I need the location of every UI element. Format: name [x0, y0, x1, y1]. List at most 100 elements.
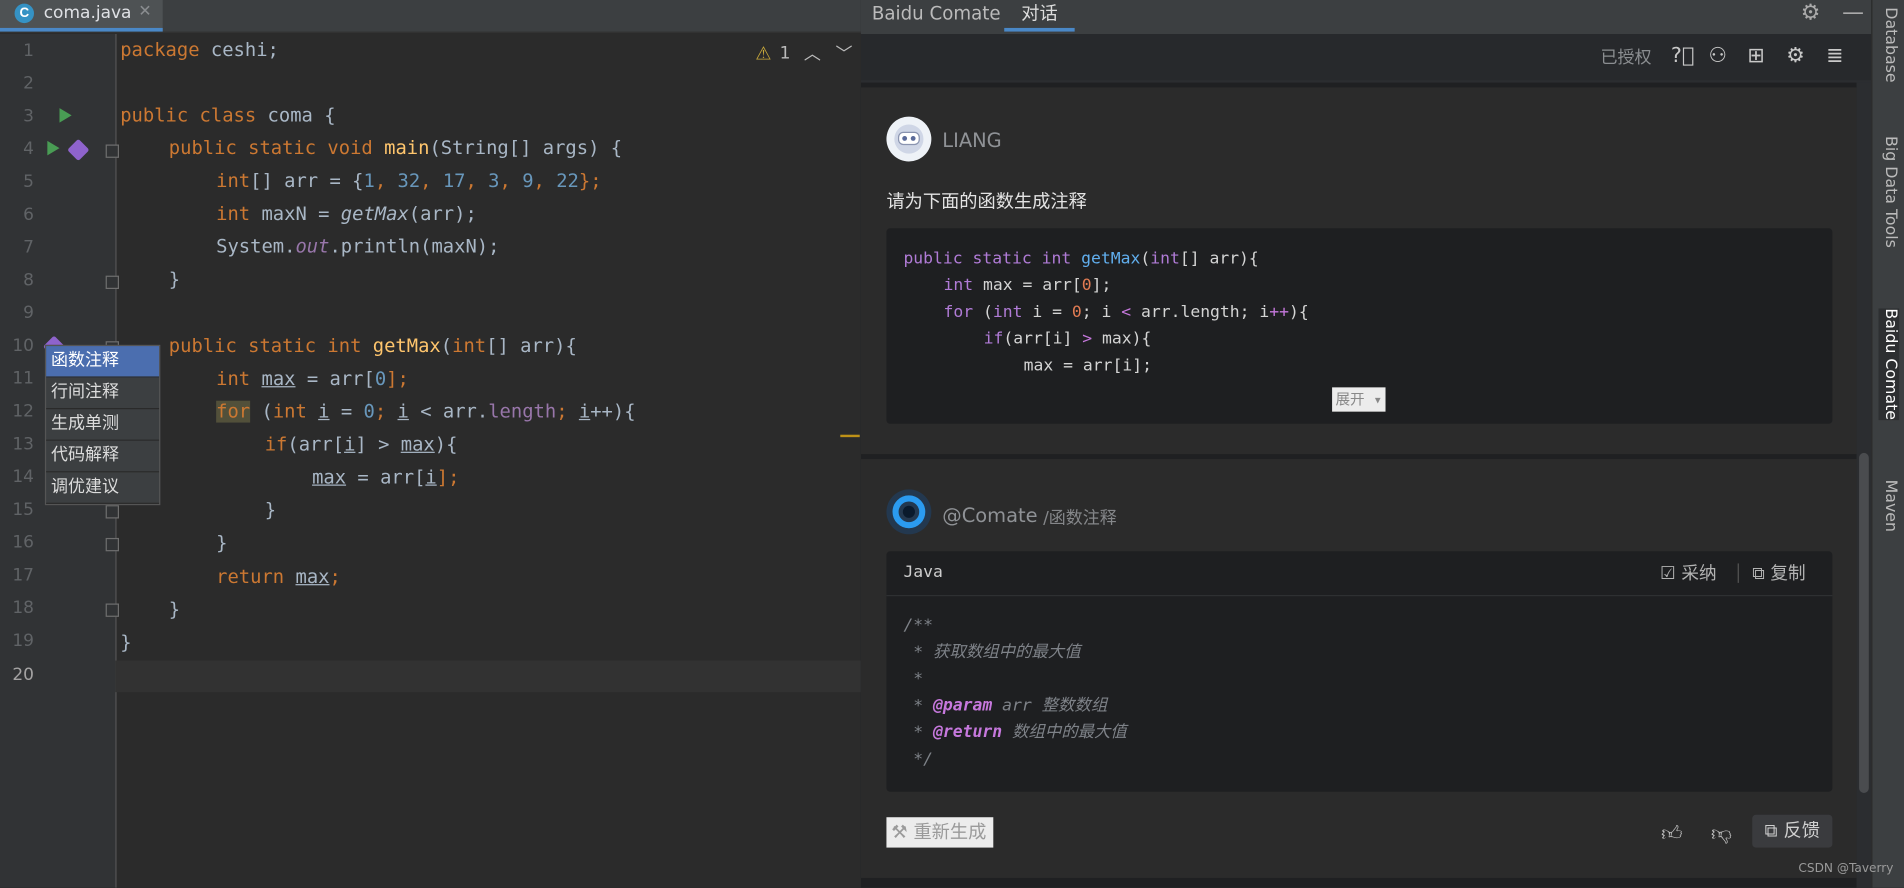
scrollbar-thumb[interactable]: [1859, 452, 1869, 793]
line-number: 12: [12, 401, 35, 422]
close-tab-icon[interactable]: ✕: [138, 2, 151, 20]
code-line: if(arr[i] > max){: [264, 433, 458, 456]
help-icon[interactable]: ?⃝: [1671, 44, 1694, 68]
panel-title: Baidu Comate: [871, 2, 1001, 25]
reply-command: /函数注释: [1043, 508, 1117, 529]
feedback-icon: ⧉: [1764, 819, 1778, 842]
current-line-highlight: [115, 660, 861, 693]
tool-tab-database[interactable]: Database: [1879, 7, 1899, 82]
editor-tab-bar: C coma.java ✕: [0, 0, 861, 33]
adopt-button[interactable]: ☑ 采纳: [1660, 560, 1717, 586]
line-number: 3: [23, 106, 35, 127]
code-line: }: [120, 631, 132, 654]
menu-item-code-explain[interactable]: 代码解释: [46, 441, 160, 473]
warning-count[interactable]: 1: [780, 44, 791, 63]
line-number: 1: [23, 41, 35, 61]
line-number: 14: [12, 467, 35, 487]
thumbs-up-icon[interactable]: 👍︎: [1661, 821, 1683, 846]
run-class-icon[interactable]: [59, 108, 72, 123]
tab-chat[interactable]: 对话: [1004, 0, 1075, 32]
expand-button[interactable]: 展开 ▾: [1332, 387, 1386, 412]
next-highlight-icon[interactable]: ﹀: [835, 41, 852, 65]
comate-action-menu: 函数注释 行间注释 生成单测 代码解释 调优建议: [44, 344, 161, 506]
regenerate-label: 重新生成: [913, 820, 987, 843]
menu-item-function-comment[interactable]: 函数注释: [46, 346, 160, 378]
error-stripe-mark[interactable]: [840, 434, 860, 438]
code-line: */: [903, 749, 934, 769]
warning-icon[interactable]: ⚠: [755, 43, 771, 65]
code-line: for (int i = 0; i < arr.length; i++){: [216, 400, 636, 423]
code-line: package ceshi;: [120, 38, 279, 61]
checkbox-icon: ☑: [1659, 564, 1676, 585]
tool-tab-baidu-comate[interactable]: Baidu Comate: [1878, 308, 1900, 421]
copy-button[interactable]: ⧉ 复制: [1752, 560, 1805, 586]
code-line: int max = arr[0];: [216, 367, 409, 390]
conversation-area[interactable]: LIANG 请为下面的函数生成注释 public static int getM…: [860, 82, 1857, 888]
comate-name: @Comate: [942, 503, 1038, 528]
comate-avatar: [886, 489, 932, 535]
code-line: }: [216, 531, 228, 554]
code-language: Java: [903, 562, 943, 582]
menu-item-generate-unit-test[interactable]: 生成单测: [46, 409, 160, 441]
run-main-icon[interactable]: [47, 140, 60, 156]
code-line: int max = arr[0];: [943, 275, 1112, 296]
watermark: CSDN @Taverry: [1798, 862, 1894, 876]
code-line: public static void main(String[] args) {: [168, 137, 623, 160]
tool-tab-big-data-tools[interactable]: Big Data Tools: [1879, 136, 1899, 248]
gear-icon[interactable]: ⚙: [1801, 0, 1821, 26]
panel-header: Baidu Comate 对话 ⚙ —: [860, 0, 1872, 35]
user-avatar: [886, 116, 932, 162]
fold-marker-icon[interactable]: [105, 505, 120, 519]
code-line: public static int getMax(int[] arr){: [168, 335, 577, 358]
code-line: *: [903, 669, 924, 689]
plugins-icon[interactable]: ⊞: [1747, 44, 1764, 68]
chat-user-icon[interactable]: ⚇: [1709, 44, 1728, 68]
code-line: System.out.println(maxN);: [216, 235, 500, 258]
line-number: 2: [23, 74, 35, 94]
user-code-block: public static int getMax(int[] arr){ int…: [886, 228, 1833, 424]
code-editor[interactable]: C coma.java ✕ 1 2 3 4 5 6 7 8 9 10 11 12…: [0, 0, 861, 888]
code-line: public static int getMax(int[] arr){: [903, 248, 1259, 269]
code-line: * @param arr 整数数组: [903, 695, 1108, 716]
regenerate-button[interactable]: ⚒ 重新生成: [886, 817, 994, 848]
divider: [1737, 563, 1739, 583]
line-number: 7: [23, 238, 35, 258]
menu-item-inline-comment[interactable]: 行间注释: [46, 378, 160, 410]
code-line: }: [168, 268, 181, 291]
previous-highlight-icon[interactable]: ︿: [804, 41, 821, 65]
user-name: LIANG: [942, 128, 1002, 152]
code-line: * 获取数组中的最大值: [903, 642, 1081, 662]
panel-toolbar: 已授权 ?⃝ ⚇ ⊞ ⚙ ≣: [860, 34, 1872, 81]
comate-gutter-icon[interactable]: [67, 138, 90, 162]
user-message-card: LIANG 请为下面的函数生成注释 public static int getM…: [860, 87, 1857, 455]
line-number: 18: [12, 598, 35, 619]
user-question: 请为下面的函数生成注释: [886, 190, 1087, 213]
fold-marker-icon[interactable]: [105, 144, 120, 158]
editor-tab-coma-java[interactable]: C coma.java ✕: [0, 0, 163, 32]
authorized-status[interactable]: 已授权: [1600, 45, 1651, 69]
panel-scrollbar[interactable]: [1856, 82, 1872, 888]
line-number: 6: [23, 205, 35, 225]
reply-code-block: Java ☑ 采纳 ⧉ 复制 /** * 获取数组中的最大值 * * @para…: [886, 551, 1833, 792]
feedback-button[interactable]: ⧉ 反馈: [1752, 814, 1833, 848]
line-number: 8: [23, 270, 35, 291]
fold-marker-icon[interactable]: [105, 275, 120, 290]
menu-item-optimize-suggestion[interactable]: 调优建议: [46, 472, 160, 504]
history-list-icon[interactable]: ≣: [1826, 44, 1843, 68]
code-line: * @return 数组中的最大值: [903, 722, 1127, 742]
magic-wand-icon: ⚒: [891, 820, 908, 843]
fold-marker-icon[interactable]: [105, 603, 120, 617]
tool-tab-maven[interactable]: Maven: [1879, 480, 1899, 532]
adopt-label: 采纳: [1681, 564, 1717, 585]
feedback-label: 反馈: [1783, 819, 1820, 842]
thumbs-down-icon[interactable]: 👎︎: [1711, 821, 1732, 846]
fold-marker-icon[interactable]: [105, 537, 120, 552]
code-line: public class coma {: [120, 104, 336, 127]
minimize-icon[interactable]: —: [1842, 0, 1864, 26]
line-number: 19: [12, 631, 35, 651]
settings-icon[interactable]: ⚙: [1786, 44, 1805, 68]
copy-icon: ⧉: [1752, 564, 1765, 585]
java-class-icon: C: [14, 3, 35, 24]
code-line: max = arr[i];: [312, 466, 460, 489]
copy-label: 复制: [1770, 564, 1806, 585]
